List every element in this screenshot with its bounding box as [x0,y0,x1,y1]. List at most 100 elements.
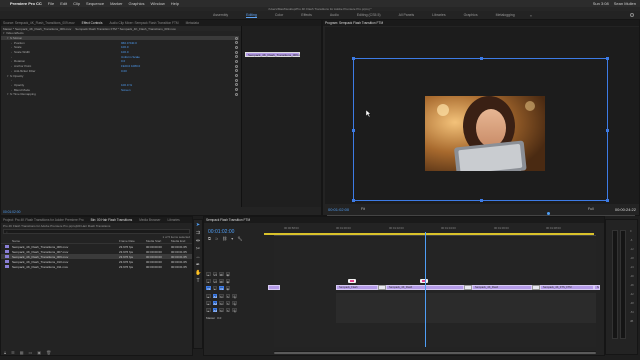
add-marker-icon[interactable]: ▾ [231,236,233,241]
voiceover-icon[interactable]: 🎙︎ [232,293,237,299]
mute-button[interactable]: M [219,300,224,306]
fx-badge-icon[interactable] [420,279,428,283]
transform-handle[interactable] [352,129,355,132]
fx-badge-icon[interactable] [348,279,356,283]
tab-effect-controls[interactable]: Effect Controls [82,21,103,25]
transition-marker[interactable] [532,285,540,290]
effect-property-row[interactable]: ▾ fx Time Remapping [1,92,239,97]
source-patch-v1[interactable]: V1 [206,285,211,291]
tab-sequence[interactable]: Sempack Flash Transition FTM [206,218,250,222]
tab-libraries[interactable]: Libraries [168,218,180,222]
selection-tool-icon[interactable]: ➤ [195,222,201,228]
tab-metadata[interactable]: Metadata [186,21,199,25]
tab-media-browser[interactable]: Media Browser [139,218,160,222]
sync-lock-icon[interactable]: ⇄ [219,271,224,277]
workspace-libraries[interactable]: Libraries [423,13,454,17]
lock-toggle-icon[interactable]: 🔒︎ [212,285,217,291]
transform-handle[interactable] [606,57,609,60]
razor-tool-icon[interactable]: ✂ [195,246,201,252]
timeline-ruler[interactable]: 00:00:58:00 00:01:00:00 00:01:02:00 00:0… [274,226,596,236]
workspace-all-panels[interactable]: All Panels [390,13,424,17]
lock-toggle-icon[interactable]: 🔒︎ [206,293,211,299]
workspace-color[interactable]: Color [266,13,292,17]
snap-icon[interactable]: ⊃ [215,236,218,241]
workspace-effects[interactable]: Effects [292,13,321,17]
menu-edit[interactable]: Edit [60,1,67,6]
tab-bin[interactable]: Bin: 00 Hair Flash Transitions [91,218,133,222]
reset-parameter-icon[interactable] [235,78,238,82]
transform-handle[interactable] [352,199,355,202]
timeline-clip[interactable]: Sempack_4K_Flash [472,285,532,290]
workspace-metalogging[interactable]: Metalogging [487,13,524,17]
playhead-marker[interactable] [547,212,550,215]
new-item-icon[interactable]: ▣ [37,350,41,355]
resolution-select[interactable]: Full [588,207,594,211]
track-label[interactable]: A3 [212,307,217,313]
slip-tool-icon[interactable]: ↔ [195,254,201,260]
reset-parameter-icon[interactable] [235,92,238,96]
reset-parameter-icon[interactable] [235,88,238,92]
transform-handle[interactable] [352,57,355,60]
pen-tool-icon[interactable]: ✒ [195,262,201,268]
track-label[interactable]: A1 [212,293,217,299]
timeline-scrollbar[interactable] [274,351,596,354]
voiceover-icon[interactable]: 🎙︎ [232,300,237,306]
workspace-audio[interactable]: Audio [321,13,348,17]
workspace-assembly[interactable]: Assembly [204,13,237,17]
transform-handle[interactable] [480,199,483,202]
column-media-end[interactable]: Media End [171,239,185,243]
menu-help[interactable]: Help [171,1,179,6]
bin-item-row[interactable]: Sempack_4K_Flash_Transitions_011.mov 23.9… [1,264,192,269]
solo-button[interactable]: S [225,300,230,306]
list-view-icon[interactable]: ☰ [11,350,15,355]
solo-button[interactable]: S [225,307,230,313]
sync-lock-icon[interactable]: ⇄ [219,278,224,284]
reset-parameter-icon[interactable] [235,64,238,68]
lock-toggle-icon[interactable]: 🔒︎ [206,300,211,306]
solo-button[interactable]: S [225,293,230,299]
tab-project[interactable]: Project: Pro 4K Flash Transitions for Ad… [3,218,84,222]
effect-timeline-clip[interactable]: Sempack_4K_Flash_Transitions_009.mov [245,52,304,57]
column-frame-rate[interactable]: Frame Rate [119,239,135,243]
menu-clip[interactable]: Clip [73,1,80,6]
workspace-graphics[interactable]: Graphics [455,13,487,17]
playhead[interactable] [425,232,426,347]
reset-parameter-icon[interactable] [235,69,238,73]
bin-search-input[interactable]: ⌕ [3,229,190,234]
reset-parameter-icon[interactable] [235,36,238,40]
menu-window[interactable]: Window [151,1,165,6]
program-viewer[interactable] [325,27,639,204]
reset-parameter-icon[interactable] [235,50,238,54]
settings-icon[interactable]: 🔧︎ [237,236,242,241]
timeline-clip[interactable]: Sempack_Flash [336,285,378,290]
visibility-icon[interactable]: ◉ [225,271,230,277]
reset-parameter-icon[interactable] [235,55,238,59]
reset-parameter-icon[interactable] [235,83,238,87]
track-label[interactable]: V3 [212,271,217,277]
transition-marker[interactable] [464,285,472,290]
search-icon[interactable] [630,13,634,17]
transform-handle[interactable] [606,199,609,202]
transition-marker[interactable] [378,285,386,290]
lock-icon[interactable]: 🔒︎ [4,350,6,355]
track-label[interactable]: Master [206,316,215,320]
voiceover-icon[interactable]: 🎙︎ [232,307,237,313]
work-area-bar[interactable] [264,233,330,235]
audio-track-area[interactable] [336,293,596,323]
visibility-icon[interactable]: ◉ [225,278,230,284]
workspace-more-icon[interactable]: » [524,13,538,18]
effect-mini-timeline[interactable]: Sempack_4K_Flash_Transitions_009.mov [241,26,321,207]
timeline-timecode[interactable]: 00:01:02:00 [208,229,234,235]
program-timecode[interactable]: 00:01:02:00 [328,207,349,212]
column-media-start[interactable]: Media Start [146,239,161,243]
reset-parameter-icon[interactable] [235,59,238,63]
visibility-icon[interactable]: ◉ [225,285,230,291]
user-name[interactable]: Sean Mullen [614,1,636,6]
icon-view-icon[interactable]: ▦ [20,350,24,355]
menu-marker[interactable]: Marker [110,1,122,6]
lock-toggle-icon[interactable]: 🔒︎ [206,278,211,284]
type-tool-icon[interactable]: T [195,278,201,284]
tab-program[interactable]: Program: Sempack Flash Transition FTM [325,21,383,25]
menu-graphics[interactable]: Graphics [129,1,145,6]
reset-parameter-icon[interactable] [235,41,238,45]
